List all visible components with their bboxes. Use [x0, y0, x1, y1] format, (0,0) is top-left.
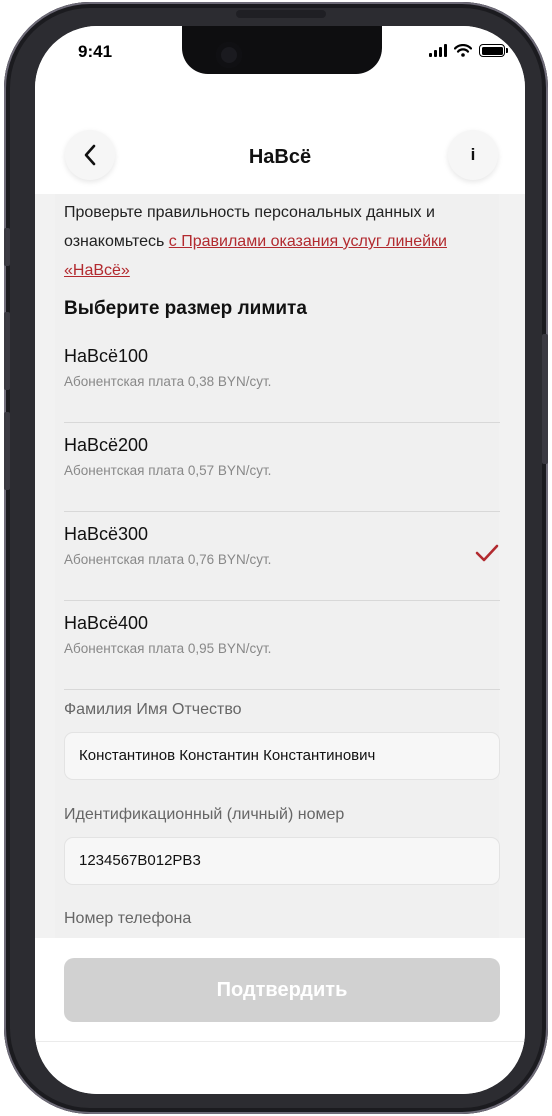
info-button[interactable]: i [448, 130, 498, 180]
fio-field[interactable]: Константинов Константин Константинович [64, 732, 500, 780]
status-icons [429, 44, 508, 57]
phone-label: Номер телефона [64, 910, 192, 927]
id-number-field[interactable]: 1234567B012PB3 [64, 837, 500, 885]
cellular-signal-icon [429, 44, 447, 57]
id-number-label: Идентификационный (личный) номер [64, 806, 345, 823]
limit-section-title: Выберите размер лимита [64, 298, 307, 319]
volume-up-button [4, 312, 10, 390]
plan-item[interactable]: НаВсё400 Абонентская плата 0,95 BYN/сут. [64, 601, 500, 690]
plan-item[interactable]: НаВсё100 Абонентская плата 0,38 BYN/сут. [64, 334, 500, 423]
intro-text: Проверьте правильность персональных данн… [64, 198, 504, 285]
info-icon: i [470, 145, 476, 164]
bottom-bar: Подтвердить [35, 938, 525, 1094]
plan-price: Абонентская плата 0,38 BYN/сут. [64, 374, 272, 389]
plan-name: НаВсё300 [64, 524, 149, 544]
plan-item-selected[interactable]: НаВсё300 Абонентская плата 0,76 BYN/сут. [64, 512, 500, 601]
plan-price: Абонентская плата 0,76 BYN/сут. [64, 552, 272, 567]
plan-price: Абонентская плата 0,95 BYN/сут. [64, 641, 272, 656]
plan-item[interactable]: НаВсё200 Абонентская плата 0,57 BYN/сут. [64, 423, 500, 512]
action-button [4, 228, 10, 266]
plan-name: НаВсё100 [64, 346, 149, 366]
earpiece [236, 10, 326, 18]
plan-name: НаВсё200 [64, 435, 149, 455]
divider [35, 1041, 525, 1042]
plan-name: НаВсё400 [64, 613, 149, 633]
phone-frame: 9:41 НаВсё i Проверьте правильность перс… [4, 2, 548, 1114]
content-scroll[interactable]: Проверьте правильность персональных данн… [35, 194, 525, 938]
content-panel: Проверьте правильность персональных данн… [55, 194, 500, 938]
battery-icon [479, 44, 508, 57]
plan-list: НаВсё100 Абонентская плата 0,38 BYN/сут.… [64, 334, 500, 690]
nav-bar: НаВсё i [35, 82, 525, 194]
screen: 9:41 НаВсё i Проверьте правильность перс… [35, 26, 525, 1094]
power-button [542, 334, 548, 464]
plan-price: Абонентская плата 0,57 BYN/сут. [64, 463, 272, 478]
volume-down-button [4, 412, 10, 490]
fio-label: Фамилия Имя Отчество [64, 701, 242, 718]
status-time: 9:41 [78, 42, 113, 61]
front-camera [216, 42, 242, 68]
confirm-button[interactable]: Подтвердить [64, 958, 500, 1022]
checkmark-icon [475, 544, 499, 562]
notch [182, 26, 382, 74]
wifi-icon [454, 44, 472, 57]
